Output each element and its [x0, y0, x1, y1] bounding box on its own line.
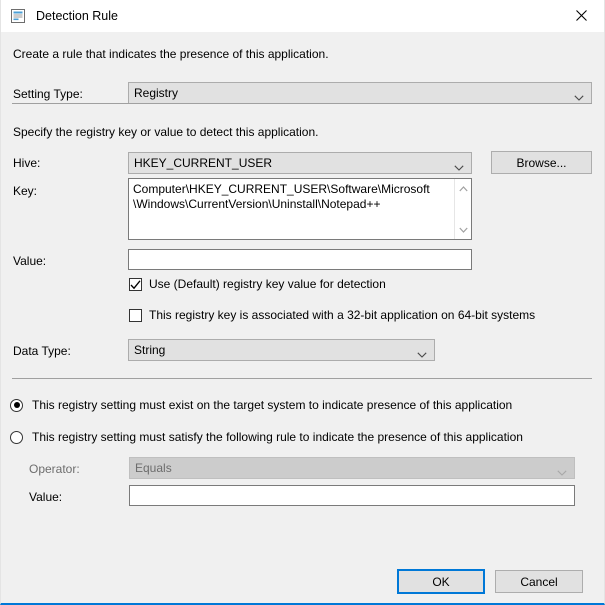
section-instruction: Specify the registry key or value to det…	[13, 125, 319, 139]
data-type-combobox[interactable]: String	[128, 339, 435, 361]
data-type-value: String	[134, 343, 165, 357]
chevron-down-icon	[417, 347, 427, 353]
is-32bit-checkbox[interactable]: This registry key is associated with a 3…	[129, 308, 535, 322]
radio-box	[10, 399, 23, 412]
radio-must-exist-label: This registry setting must exist on the …	[32, 398, 512, 412]
cancel-button[interactable]: Cancel	[495, 570, 583, 593]
chevron-down-icon	[574, 90, 584, 96]
chevron-down-icon	[454, 160, 464, 166]
chevron-down-icon	[557, 465, 567, 471]
separator-middle	[12, 378, 592, 379]
value-label: Value:	[13, 254, 46, 268]
operator-label: Operator:	[29, 462, 80, 476]
radio-must-exist[interactable]: This registry setting must exist on the …	[10, 398, 512, 412]
value-input[interactable]	[128, 249, 472, 270]
dialog-content: Create a rule that indicates the presenc…	[1, 32, 604, 603]
browse-button[interactable]: Browse...	[491, 151, 592, 174]
radio-box	[10, 431, 23, 444]
operator-value: Equals	[135, 461, 172, 475]
radio-must-satisfy-rule[interactable]: This registry setting must satisfy the f…	[10, 430, 523, 444]
intro-text: Create a rule that indicates the presenc…	[13, 47, 329, 61]
window-title: Detection Rule	[36, 10, 118, 23]
separator-top	[12, 103, 592, 104]
chevron-up-icon[interactable]	[455, 180, 472, 197]
checkmark-icon	[130, 280, 141, 290]
key-scrollbar[interactable]	[454, 179, 471, 239]
hive-combobox[interactable]: HKEY_CURRENT_USER	[128, 152, 472, 174]
setting-type-combobox[interactable]: Registry	[128, 82, 592, 104]
title-bar: Detection Rule	[1, 0, 604, 32]
operator-combobox[interactable]: Equals	[129, 457, 575, 479]
key-label: Key:	[13, 184, 37, 198]
chevron-down-icon[interactable]	[455, 221, 472, 238]
key-textarea[interactable]: Computer\HKEY_CURRENT_USER\Software\Micr…	[128, 178, 472, 240]
use-default-key-label: Use (Default) registry key value for det…	[149, 277, 386, 291]
data-type-label: Data Type:	[13, 344, 71, 358]
is-32bit-label: This registry key is associated with a 3…	[149, 308, 535, 322]
rule-value-label: Value:	[29, 490, 62, 504]
key-value: Computer\HKEY_CURRENT_USER\Software\Micr…	[133, 182, 433, 211]
detection-rule-dialog: Detection Rule Create a rule that indica…	[0, 0, 605, 605]
radio-must-satisfy-rule-label: This registry setting must satisfy the f…	[32, 430, 523, 444]
setting-type-label: Setting Type:	[13, 87, 83, 101]
rule-value-input[interactable]	[129, 485, 575, 506]
hive-value: HKEY_CURRENT_USER	[134, 156, 272, 170]
ok-button[interactable]: OK	[397, 569, 485, 594]
use-default-key-checkbox[interactable]: Use (Default) registry key value for det…	[129, 277, 386, 291]
setting-type-value: Registry	[134, 86, 178, 100]
checkbox-box	[129, 278, 142, 291]
radio-dot	[14, 402, 20, 408]
checkbox-box	[129, 309, 142, 322]
close-icon[interactable]	[558, 0, 604, 30]
hive-label: Hive:	[13, 156, 40, 170]
registry-rule-icon	[10, 8, 26, 24]
